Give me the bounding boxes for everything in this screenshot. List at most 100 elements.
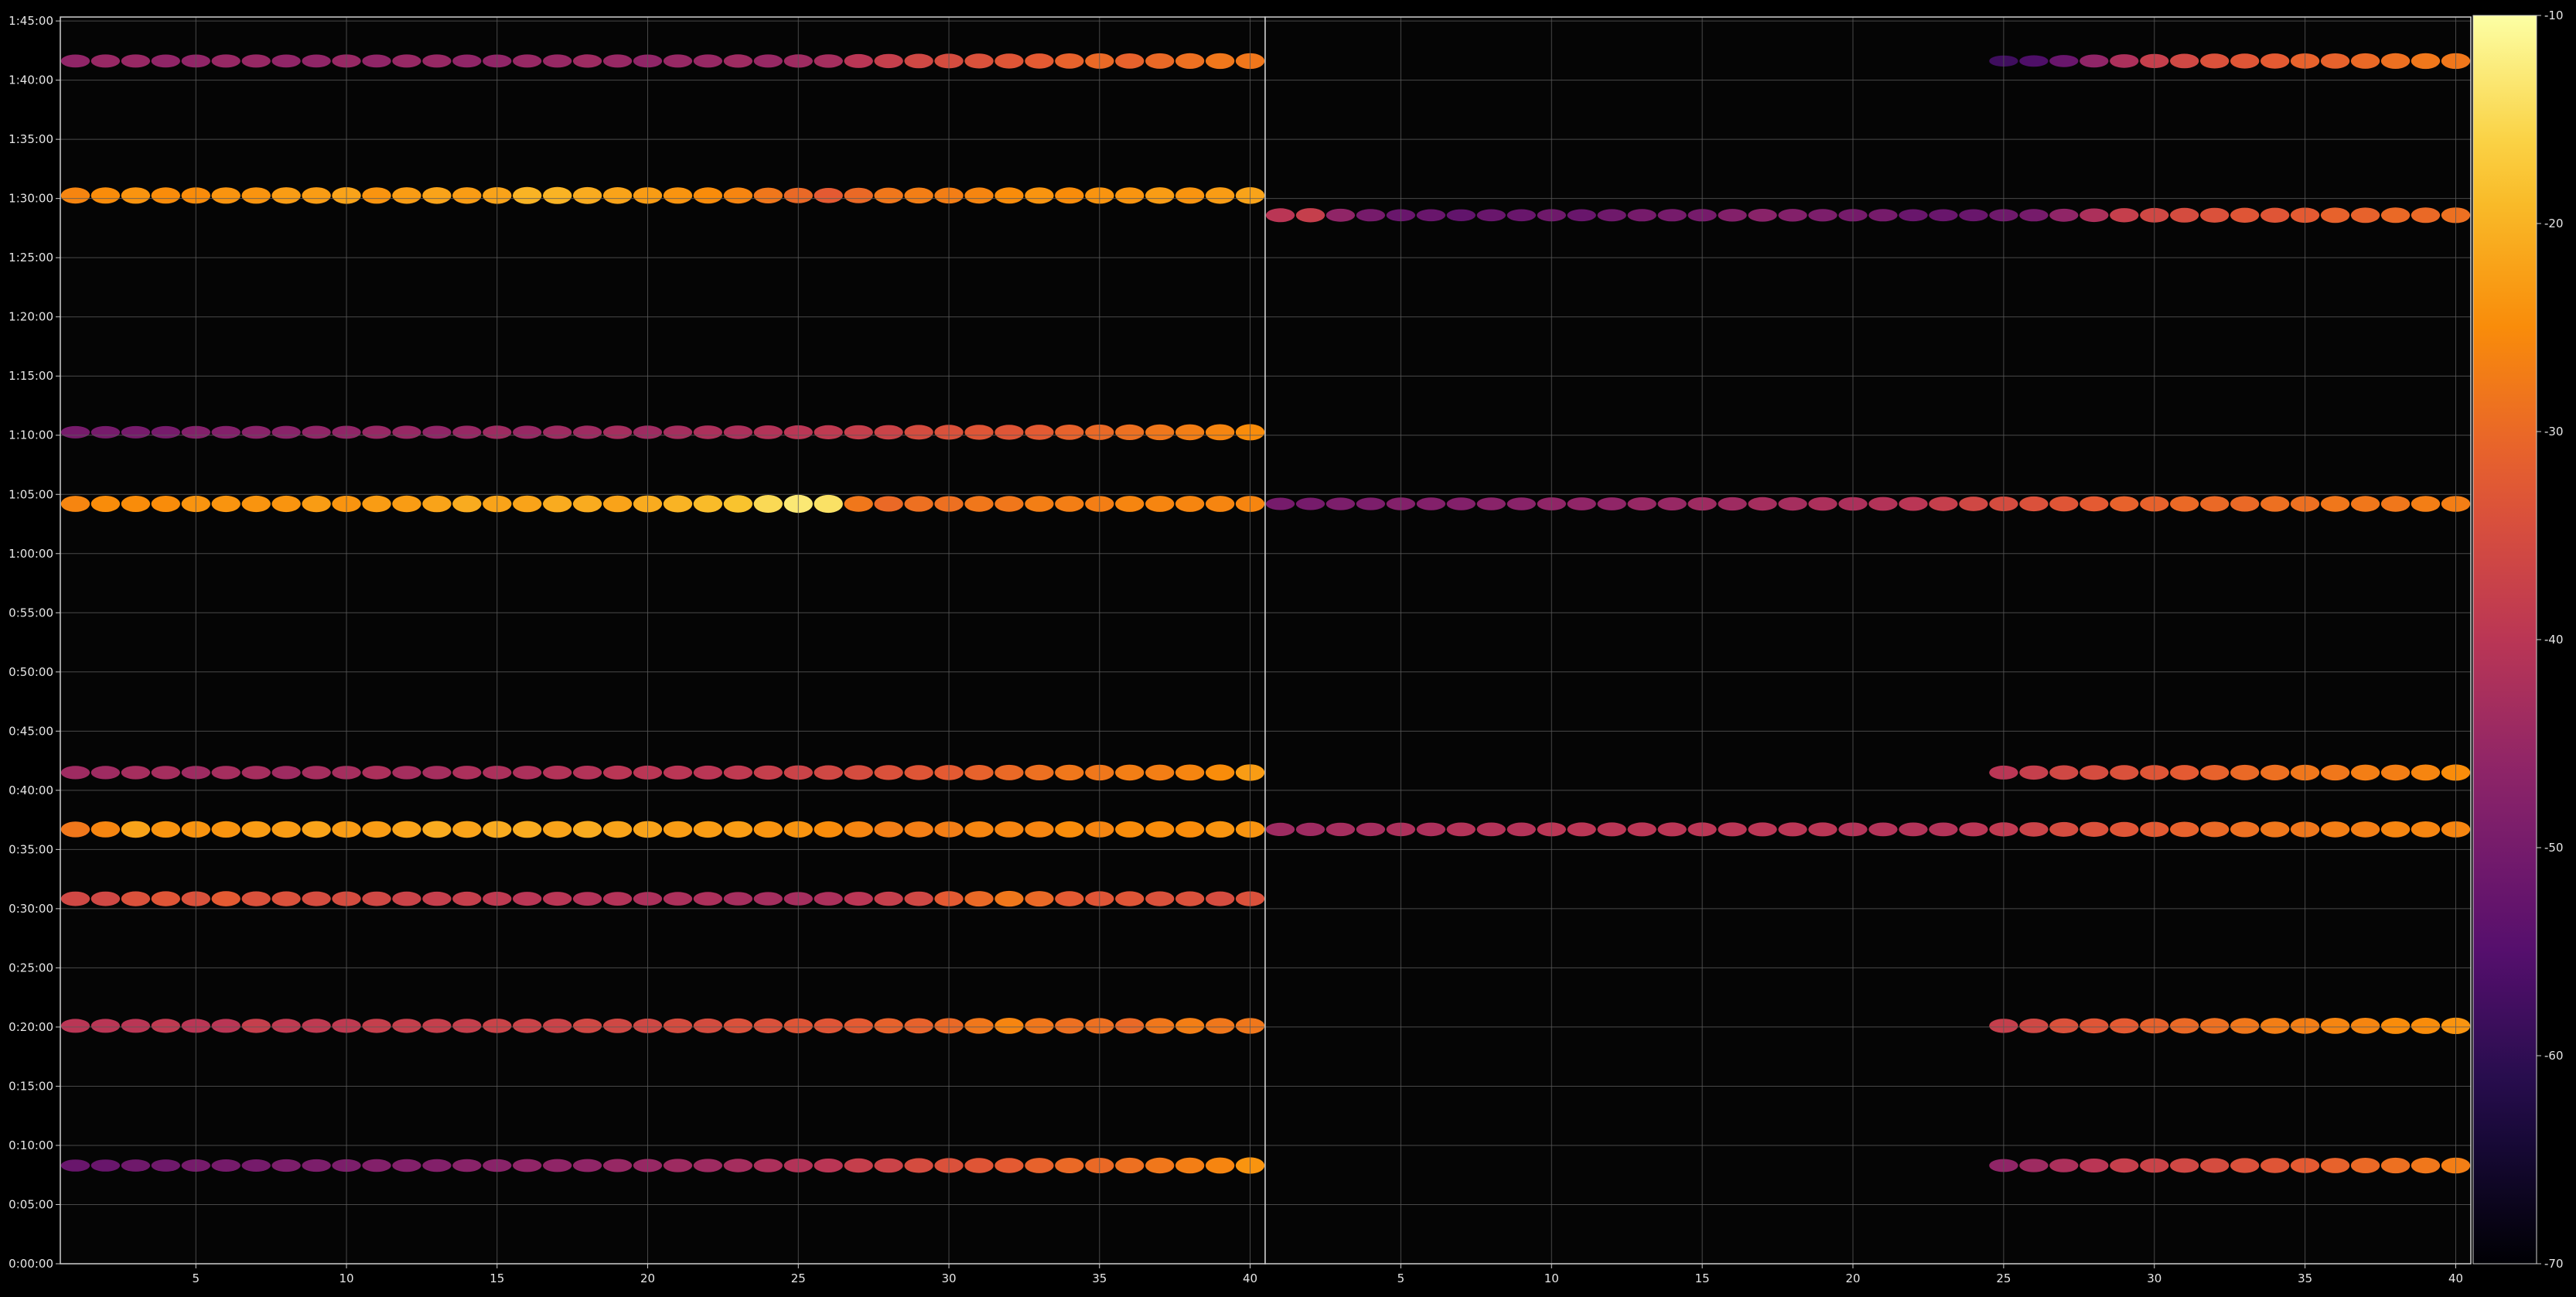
heat-cell-left-6-11 xyxy=(362,891,391,906)
heat-cell-left-2-13 xyxy=(422,495,452,513)
heat-cell-right-5-29 xyxy=(2110,1018,2139,1034)
heat-cell-right-3-7 xyxy=(1446,822,1476,837)
heat-cell-left-4-19 xyxy=(602,821,633,838)
heat-cell-left-0-4 xyxy=(151,54,180,68)
heat-cell-left-2-9 xyxy=(302,495,331,513)
heat-cell-left-5-18 xyxy=(572,766,602,780)
heat-cell-left-0-8 xyxy=(271,54,301,68)
heat-cell-right-2-21 xyxy=(1868,497,1898,511)
y-tick-label-4500: 1:15:00 xyxy=(9,369,53,383)
heat-cell-left-0-23 xyxy=(723,54,753,68)
heat-cell-right-2-7 xyxy=(1446,497,1476,510)
heat-cell-left-6-36 xyxy=(1115,891,1145,906)
heat-cell-right-3-4 xyxy=(1356,822,1386,837)
heat-cell-left-2-36 xyxy=(1115,496,1145,512)
heat-cell-right-1-39 xyxy=(2411,207,2441,224)
x-tick-label-right-20: 20 xyxy=(1845,1271,1860,1285)
heat-cell-left-1-31 xyxy=(964,187,994,204)
heat-cell-left-2-29 xyxy=(904,496,933,512)
heatmap-figure: 5 10 15 20 25 30 35 40 5 10 15 20 25 30 35 40 0:00:00 0:0… xyxy=(0,0,2576,1293)
heat-cell-right-0-38 xyxy=(2380,53,2411,69)
heat-cell-right-2-37 xyxy=(2350,496,2380,512)
heat-cell-right-2-16 xyxy=(1718,497,1747,511)
heat-cell-right-0-26 xyxy=(2019,55,2049,67)
heat-cell-left-6-9 xyxy=(302,891,331,906)
panel-right: 5 10 15 20 25 30 35 40 xyxy=(1264,16,2472,1285)
heat-cell-right-6-33 xyxy=(2230,1158,2260,1173)
heat-cell-left-1-9 xyxy=(302,187,331,204)
heat-cell-left-3-9 xyxy=(302,425,331,439)
heat-cell-left-0-16 xyxy=(513,54,542,68)
y-tick-label-1500: 0:25:00 xyxy=(9,961,53,974)
heat-cell-left-1-27 xyxy=(844,187,873,203)
heat-cell-left-1-1 xyxy=(60,187,90,204)
heat-cell-right-2-3 xyxy=(1326,497,1356,510)
heat-cell-right-1-29 xyxy=(2110,208,2139,223)
heat-cell-right-3-17 xyxy=(1748,822,1777,837)
heat-cell-left-7-21 xyxy=(663,1018,693,1033)
heat-cell-right-1-33 xyxy=(2230,207,2260,223)
heat-cell-left-8-4 xyxy=(151,1159,180,1172)
heat-cell-left-5-21 xyxy=(663,765,693,780)
heat-cell-left-5-8 xyxy=(271,766,301,780)
heat-cell-left-5-14 xyxy=(452,766,482,780)
heat-cell-left-3-32 xyxy=(995,425,1024,440)
x-tick-label-right-30: 30 xyxy=(2147,1271,2161,1285)
heat-cell-left-7-13 xyxy=(422,1019,452,1033)
heat-cell-left-4-36 xyxy=(1115,821,1145,838)
heat-cell-left-2-3 xyxy=(121,496,151,512)
heat-cell-left-6-1 xyxy=(60,891,90,906)
heat-cell-right-2-24 xyxy=(1959,497,1988,511)
heat-cell-left-1-11 xyxy=(362,187,391,204)
heat-cell-left-4-1 xyxy=(60,821,90,838)
heat-cell-right-3-6 xyxy=(1416,822,1446,837)
heat-cell-left-4-4 xyxy=(151,821,180,838)
heat-cell-right-0-29 xyxy=(2110,54,2139,68)
heat-cell-right-1-34 xyxy=(2260,207,2290,223)
heat-cell-left-8-29 xyxy=(904,1158,933,1173)
heat-cell-right-1-28 xyxy=(2080,208,2109,223)
heat-cell-left-6-19 xyxy=(602,892,633,906)
heat-cell-left-3-1 xyxy=(60,425,90,439)
heat-cell-left-1-34 xyxy=(1055,187,1084,204)
heat-cell-right-5-32 xyxy=(2200,1018,2230,1034)
heat-cell-left-7-38 xyxy=(1175,1018,1205,1034)
heat-cell-left-1-8 xyxy=(271,187,301,204)
heat-cell-left-7-23 xyxy=(723,1018,753,1033)
heat-cell-left-5-32 xyxy=(995,764,1024,780)
heat-cell-right-1-37 xyxy=(2350,207,2380,224)
heat-cell-left-1-39 xyxy=(1205,187,1235,204)
heat-cell-left-4-37 xyxy=(1145,821,1175,838)
heat-cell-left-2-31 xyxy=(964,496,994,512)
heat-cell-left-1-18 xyxy=(572,186,602,204)
y-tick-label-600: 0:10:00 xyxy=(9,1138,53,1152)
heat-cell-left-6-6 xyxy=(211,891,241,906)
heat-cell-right-5-31 xyxy=(2170,1018,2199,1034)
heat-cell-left-3-7 xyxy=(241,425,271,439)
heat-cell-left-7-28 xyxy=(874,1018,903,1034)
heat-cell-left-7-11 xyxy=(362,1019,391,1033)
panel-left: 5 10 15 20 25 30 35 40 xyxy=(60,16,1266,1285)
heat-cell-right-1-21 xyxy=(1868,209,1898,222)
heat-cell-left-0-37 xyxy=(1145,53,1175,69)
heat-cell-left-1-14 xyxy=(452,187,482,204)
heat-cell-left-5-33 xyxy=(1025,764,1054,781)
heat-cell-left-5-28 xyxy=(874,765,903,780)
heat-cell-left-8-18 xyxy=(572,1159,602,1172)
y-tick-label-6000: 1:40:00 xyxy=(9,73,53,87)
heat-cell-left-0-36 xyxy=(1115,53,1145,69)
y-tick-label-1800: 0:30:00 xyxy=(9,902,53,916)
colorbar-tick-label--20: -20 xyxy=(2544,217,2564,230)
heat-cell-left-7-19 xyxy=(602,1019,633,1033)
heat-cell-left-7-14 xyxy=(452,1019,482,1033)
heat-cell-right-2-4 xyxy=(1356,497,1386,510)
heat-cell-right-0-32 xyxy=(2200,53,2230,69)
heat-cell-right-2-39 xyxy=(2411,496,2441,512)
heat-cell-right-2-14 xyxy=(1657,497,1687,510)
heat-cell-right-2-27 xyxy=(2049,496,2079,512)
heat-cell-right-1-12 xyxy=(1597,209,1626,222)
heat-cell-left-7-2 xyxy=(90,1019,121,1033)
heat-cell-right-3-38 xyxy=(2380,821,2411,838)
heat-cell-left-8-21 xyxy=(663,1159,693,1172)
heat-cell-right-1-7 xyxy=(1446,209,1476,221)
